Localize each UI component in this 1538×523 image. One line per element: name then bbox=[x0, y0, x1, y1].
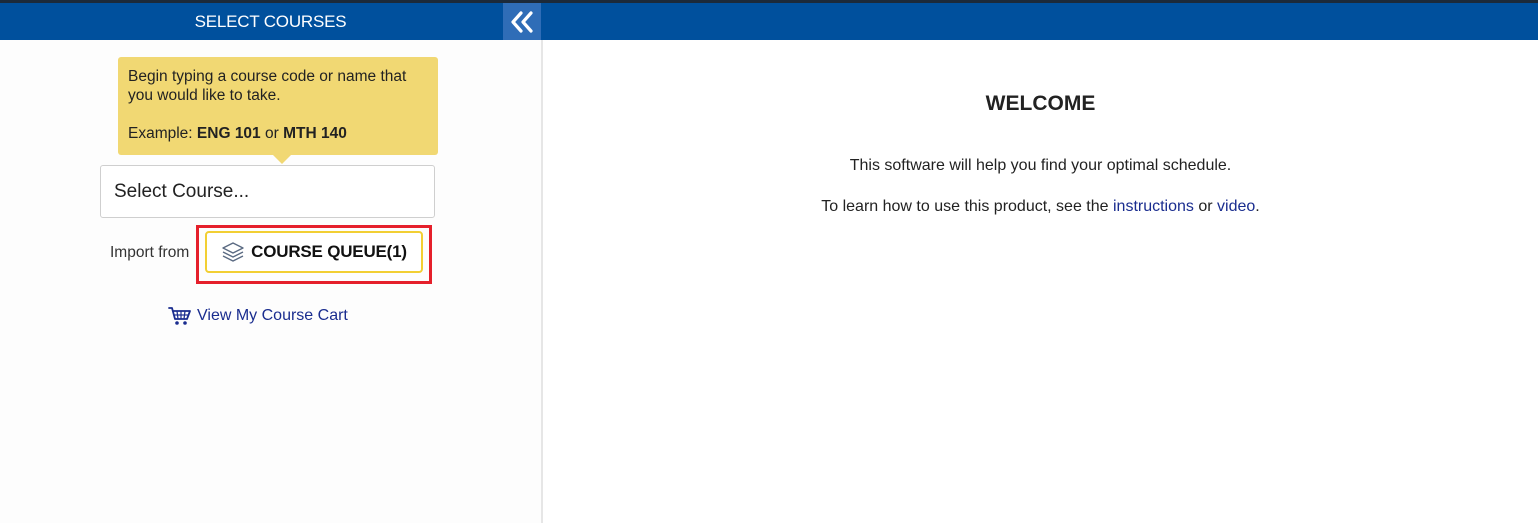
welcome-panel: WELCOME This software will help you find… bbox=[543, 40, 1538, 523]
welcome-description: This software will help you find your op… bbox=[849, 157, 1232, 174]
course-select-input[interactable]: Select Course... bbox=[100, 165, 435, 218]
video-link[interactable]: video bbox=[1217, 198, 1255, 215]
header-bar: SELECT COURSES bbox=[0, 3, 1538, 40]
tooltip-arrow bbox=[273, 155, 291, 164]
help-tooltip: Begin typing a course code or name that … bbox=[118, 57, 438, 164]
welcome-title: WELCOME bbox=[985, 92, 1096, 115]
learn-more-text: To learn how to use this product, see th… bbox=[543, 198, 1538, 216]
tooltip-text: Begin typing a course code or name that … bbox=[128, 68, 407, 104]
panel-title: SELECT COURSES bbox=[194, 12, 347, 31]
view-course-cart-link[interactable]: View My Course Cart bbox=[168, 306, 348, 326]
example-or: or bbox=[260, 125, 284, 142]
learn-suffix: . bbox=[1255, 198, 1260, 215]
collapse-sidebar-button[interactable] bbox=[503, 3, 541, 40]
shopping-cart-icon bbox=[168, 307, 191, 325]
example-code-1: ENG 101 bbox=[196, 125, 261, 142]
course-select-placeholder: Select Course... bbox=[114, 181, 250, 202]
instructions-link[interactable]: instructions bbox=[1113, 198, 1194, 215]
learn-prefix: To learn how to use this product, see th… bbox=[821, 198, 1113, 215]
course-selection-panel: Begin typing a course code or name that … bbox=[0, 40, 543, 523]
course-queue-label: COURSE QUEUE(1) bbox=[251, 242, 407, 261]
cart-link-label: View My Course Cart bbox=[197, 307, 348, 324]
example-code-2: MTH 140 bbox=[283, 125, 347, 142]
double-chevron-left-icon bbox=[511, 10, 533, 33]
layers-icon bbox=[222, 242, 244, 262]
learn-or: or bbox=[1193, 198, 1218, 215]
course-queue-button[interactable]: COURSE QUEUE(1) bbox=[205, 231, 423, 273]
import-from-label: Import from bbox=[110, 244, 190, 261]
example-prefix: Example: bbox=[128, 125, 197, 142]
tooltip-example: Example: ENG 101 or MTH 140 bbox=[128, 124, 428, 143]
